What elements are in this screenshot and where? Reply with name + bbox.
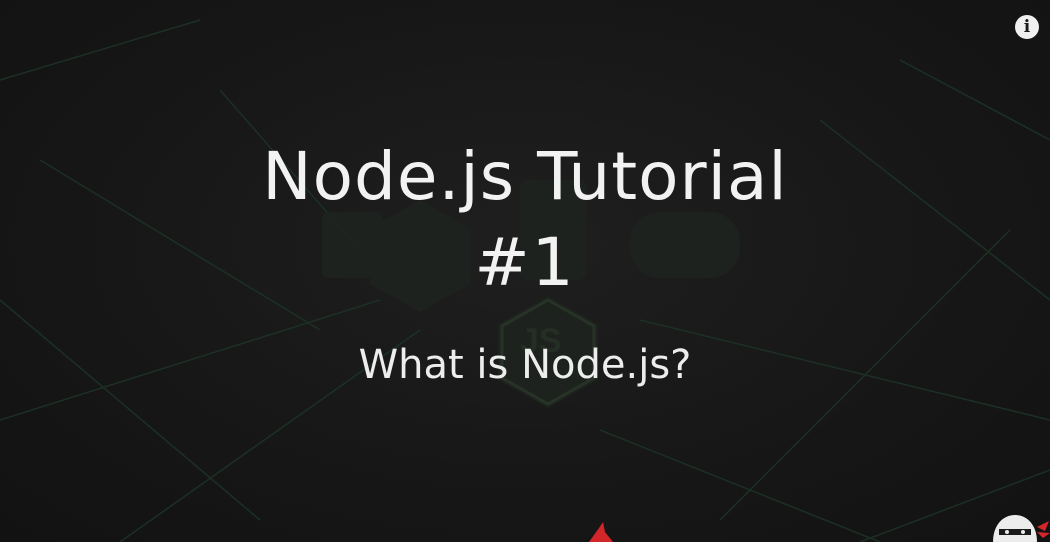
episode-number: #1 xyxy=(474,224,576,301)
video-subtitle: What is Node.js? xyxy=(358,342,692,388)
info-icon: i xyxy=(1023,16,1031,37)
video-frame[interactable]: JS Node.js Tutorial #1 What is Node.js? … xyxy=(0,0,1050,542)
video-title: Node.js Tutorial xyxy=(262,138,788,215)
info-button[interactable]: i xyxy=(1015,15,1039,39)
red-flame-icon xyxy=(589,522,613,542)
ninja-logo-icon[interactable] xyxy=(985,505,1050,542)
